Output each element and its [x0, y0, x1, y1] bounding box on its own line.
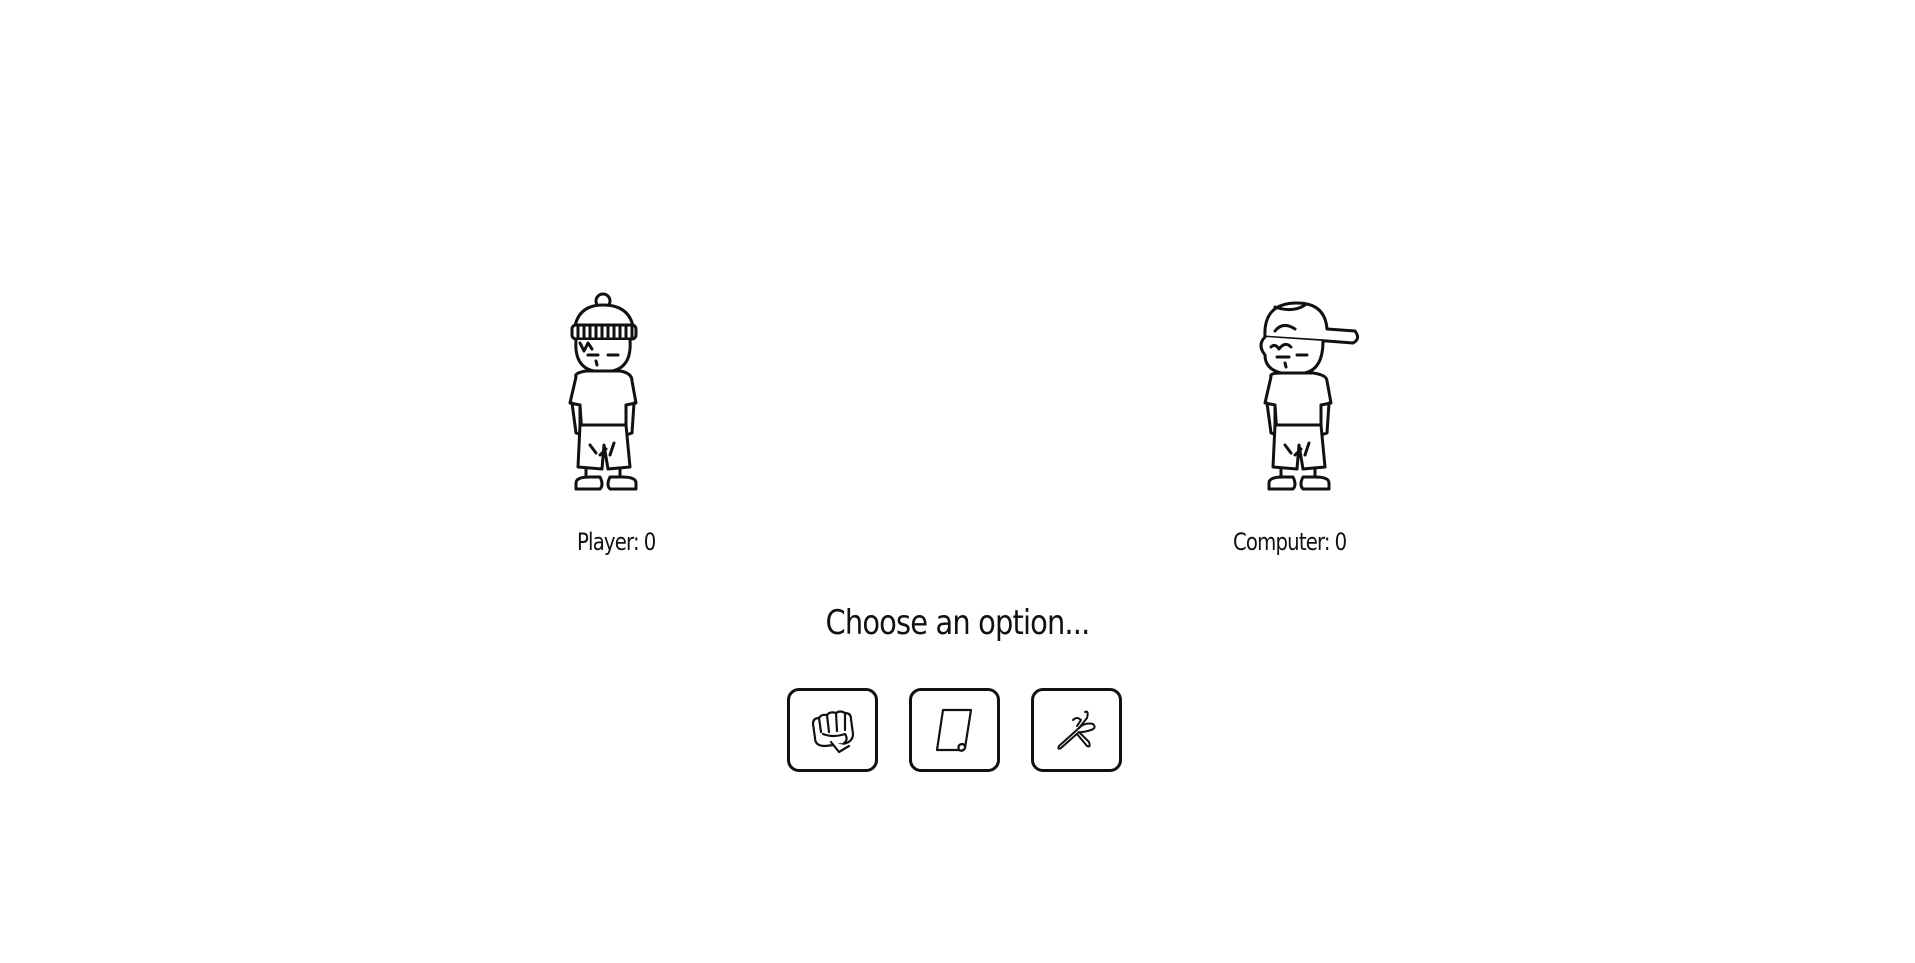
computer-score: Computer: 0: [1233, 528, 1348, 556]
paper-button[interactable]: [909, 688, 1000, 772]
game-stage: Player: 0 Computer: 0 Choose an option...: [0, 0, 1915, 963]
option-buttons: [787, 688, 1122, 772]
rock-button[interactable]: [787, 688, 878, 772]
player-score-label: Player: [577, 528, 634, 556]
scissors-button[interactable]: [1031, 688, 1122, 772]
paper-icon: [935, 708, 972, 752]
computer-score-value: 0: [1334, 528, 1348, 556]
player-character: [540, 285, 690, 505]
computer-score-label: Computer: [1233, 528, 1325, 556]
choose-prompt: Choose an option...: [825, 603, 1091, 643]
beanie-boy-icon: [568, 292, 638, 491]
computer-character: [1235, 285, 1385, 505]
player-score: Player: 0: [577, 528, 657, 556]
player-score-value: 0: [643, 528, 657, 556]
computer-score-separator: :: [1323, 528, 1331, 556]
scissors-icon: [1056, 710, 1096, 750]
player-score-separator: :: [632, 528, 640, 556]
cap-boy-icon: [1259, 301, 1360, 491]
fist-icon: [811, 710, 854, 754]
